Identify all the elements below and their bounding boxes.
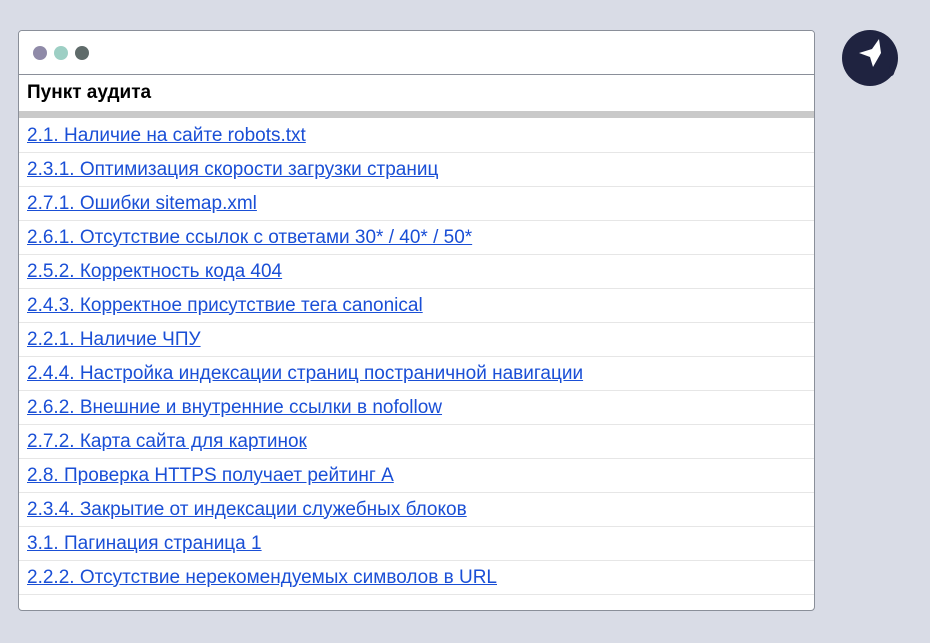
audit-item-link[interactable]: 2.2.2. Отсутствие нерекомендуемых символ…	[27, 567, 497, 589]
table-row: 2.6.2. Внешние и внутренние ссылки в nof…	[19, 391, 814, 425]
table-row: 2.7.1. Ошибки sitemap.xml	[19, 187, 814, 221]
audit-item-link[interactable]: 2.3.4. Закрытие от индексации служебных …	[27, 499, 467, 521]
audit-item-link[interactable]: 2.7.2. Карта сайта для картинок	[27, 431, 307, 453]
audit-item-link[interactable]: 2.3.1. Оптимизация скорости загрузки стр…	[27, 159, 438, 181]
window-titlebar	[19, 31, 814, 75]
audit-item-link[interactable]: 2.2.1. Наличие ЧПУ	[27, 329, 201, 351]
audit-item-link[interactable]: 3.1. Пагинация страница 1	[27, 533, 262, 555]
brand-logo-icon	[842, 30, 898, 86]
table-row: 2.4.4. Настройка индексации страниц пост…	[19, 357, 814, 391]
table-row: 2.3.1. Оптимизация скорости загрузки стр…	[19, 153, 814, 187]
table-row: 2.4.3. Корректное присутствие тега canon…	[19, 289, 814, 323]
audit-item-link[interactable]: 2.5.2. Корректность кода 404	[27, 261, 282, 283]
audit-item-link[interactable]: 2.4.4. Настройка индексации страниц пост…	[27, 363, 583, 385]
table-row: 2.3.4. Закрытие от индексации служебных …	[19, 493, 814, 527]
table-header-label: Пункт аудита	[27, 82, 152, 103]
audit-item-link[interactable]: 2.6.1. Отсутствие ссылок с ответами 30* …	[27, 227, 472, 249]
table-row: 2.5.2. Корректность кода 404	[19, 255, 814, 289]
audit-item-link[interactable]: 2.7.1. Ошибки sitemap.xml	[27, 193, 257, 215]
audit-item-link[interactable]: 2.8. Проверка HTTPS получает рейтинг А	[27, 465, 394, 487]
table-row: 2.2.1. Наличие ЧПУ	[19, 323, 814, 357]
table-row: 2.2.2. Отсутствие нерекомендуемых символ…	[19, 561, 814, 595]
table-row: 2.7.2. Карта сайта для картинок	[19, 425, 814, 459]
table-row: 2.6.1. Отсутствие ссылок с ответами 30* …	[19, 221, 814, 255]
table-row: 3.1. Пагинация страница 1	[19, 527, 814, 561]
browser-window: Пункт аудита 2.1. Наличие на сайте robot…	[18, 30, 815, 611]
table-header: Пункт аудита	[19, 75, 814, 118]
audit-item-link[interactable]: 2.1. Наличие на сайте robots.txt	[27, 125, 306, 147]
audit-items-list: 2.1. Наличие на сайте robots.txt 2.3.1. …	[19, 118, 814, 595]
window-minimize-dot[interactable]	[54, 45, 68, 60]
audit-item-link[interactable]: 2.4.3. Корректное присутствие тега canon…	[27, 295, 423, 317]
window-close-dot[interactable]	[33, 45, 47, 60]
audit-item-link[interactable]: 2.6.2. Внешние и внутренние ссылки в nof…	[27, 397, 442, 419]
window-maximize-dot[interactable]	[75, 45, 89, 60]
table-row: 2.1. Наличие на сайте robots.txt	[19, 119, 814, 153]
table-row: 2.8. Проверка HTTPS получает рейтинг А	[19, 459, 814, 493]
